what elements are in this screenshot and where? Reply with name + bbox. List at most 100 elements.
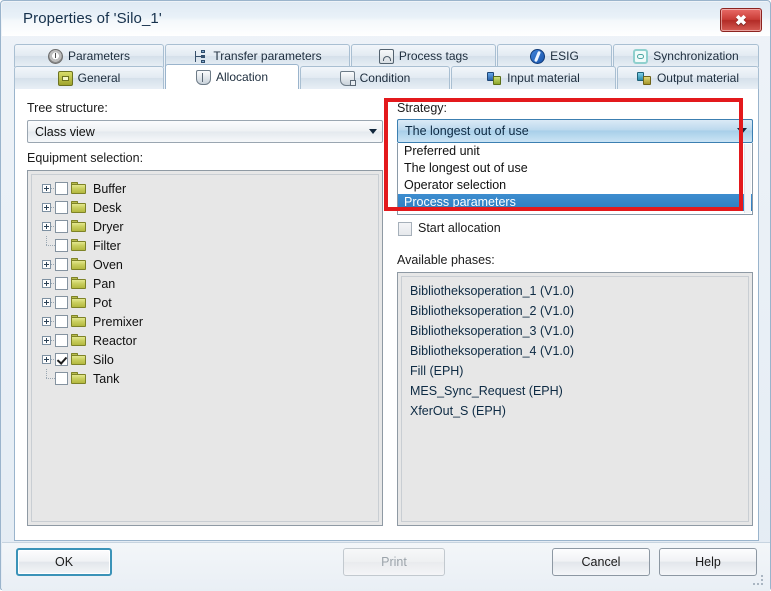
tab-row-secondary: General Allocation Condition Input mater…: [14, 64, 759, 89]
expand-icon[interactable]: [40, 179, 56, 198]
expand-icon[interactable]: [40, 350, 56, 369]
tab-strip: Parameters Transfer parameters Process t…: [14, 44, 759, 89]
tree-item-checkbox[interactable]: [55, 258, 68, 271]
expand-icon[interactable]: [40, 331, 56, 350]
tab-esig[interactable]: ESIG: [497, 44, 612, 67]
allocation-tab-panel: Tree structure: Class view Equipment sel…: [14, 89, 759, 541]
strategy-dropdown-list[interactable]: Preferred unit The longest out of use Oper…: [397, 143, 753, 215]
tree-item-reactor[interactable]: Reactor: [40, 331, 378, 350]
expand-icon[interactable]: [40, 255, 56, 274]
esig-icon: [530, 48, 546, 64]
input-material-icon: [487, 71, 502, 86]
phase-item[interactable]: Bibliotheksoperation_1 (V1.0): [402, 281, 748, 301]
tree-structure-combobox[interactable]: Class view: [27, 120, 383, 143]
tab-output-material[interactable]: Output material: [617, 66, 759, 89]
tree-item-label: Oven: [93, 257, 123, 272]
tree-item-checkbox[interactable]: [55, 353, 68, 366]
folder-icon: [71, 334, 87, 347]
phase-item[interactable]: XferOut_S (EPH): [402, 401, 748, 421]
tab-condition[interactable]: Condition: [300, 66, 450, 89]
phase-item[interactable]: Bibliotheksoperation_4 (V1.0): [402, 341, 748, 361]
tree-item-buffer[interactable]: Buffer: [40, 179, 378, 198]
folder-icon: [71, 296, 87, 309]
expand-icon[interactable]: [40, 198, 56, 217]
expand-icon[interactable]: [40, 274, 56, 293]
tab-synchronization[interactable]: Synchronization: [613, 44, 759, 67]
tree-item-filter[interactable]: Filter: [40, 236, 378, 255]
ok-button[interactable]: OK: [16, 548, 112, 576]
available-phases-label: Available phases:: [397, 253, 495, 267]
expand-icon[interactable]: [40, 293, 56, 312]
tree-item-label: Desk: [93, 200, 122, 215]
resize-grip[interactable]: [753, 575, 765, 587]
dropdown-scrollbar[interactable]: [744, 144, 751, 213]
equipment-tree[interactable]: Buffer Desk Dryer Filter Oven Pan Pot Premixer R…: [27, 170, 383, 526]
strategy-option-2[interactable]: Operator selection: [398, 177, 752, 194]
tree-item-checkbox[interactable]: [55, 239, 68, 252]
transfer-icon: [193, 49, 208, 64]
equipment-tree-rows: Buffer Desk Dryer Filter Oven Pan Pot Premixer R…: [32, 175, 378, 388]
general-icon: [57, 70, 73, 86]
tree-item-label: Dryer: [93, 219, 124, 234]
shield-icon: [195, 69, 211, 85]
tree-item-tank[interactable]: Tank: [40, 369, 378, 388]
close-icon: ✖: [735, 11, 747, 28]
tab-process-tags[interactable]: Process tags: [351, 44, 496, 67]
cancel-button[interactable]: Cancel: [552, 548, 650, 576]
tree-item-label: Silo: [93, 352, 114, 367]
tree-item-pan[interactable]: Pan: [40, 274, 378, 293]
window-title: Properties of 'Silo_1': [23, 10, 162, 27]
tree-item-dryer[interactable]: Dryer: [40, 217, 378, 236]
tab-row-primary: Parameters Transfer parameters Process t…: [14, 44, 759, 67]
tree-item-checkbox[interactable]: [55, 277, 68, 290]
chevron-down-icon: [732, 120, 752, 142]
tree-item-checkbox[interactable]: [55, 334, 68, 347]
expand-icon[interactable]: [40, 312, 56, 331]
folder-icon: [71, 258, 87, 271]
phase-item[interactable]: Fill (EPH): [402, 361, 748, 381]
tree-item-pot[interactable]: Pot: [40, 293, 378, 312]
tree-item-oven[interactable]: Oven: [40, 255, 378, 274]
tree-item-label: Tank: [93, 371, 120, 386]
folder-icon: [71, 277, 87, 290]
print-button: Print: [343, 548, 445, 576]
tab-input-material[interactable]: Input material: [451, 66, 616, 89]
strategy-option-0[interactable]: Preferred unit: [398, 143, 752, 160]
chevron-down-icon: [364, 121, 382, 142]
tree-item-checkbox[interactable]: [55, 296, 68, 309]
expand-icon[interactable]: [40, 217, 56, 236]
properties-dialog: Properties of 'Silo_1' ✖ Parameters Tran…: [0, 0, 771, 591]
tab-general[interactable]: General: [14, 66, 164, 89]
sync-icon: [633, 48, 649, 64]
tree-item-checkbox[interactable]: [55, 372, 68, 385]
tree-branch-line: [40, 369, 55, 388]
close-button[interactable]: ✖: [720, 8, 762, 32]
strategy-combobox[interactable]: The longest out of use: [397, 119, 753, 143]
title-bar: Properties of 'Silo_1' ✖: [2, 2, 770, 36]
strategy-option-3[interactable]: Process parameters: [398, 194, 752, 211]
tab-allocation[interactable]: Allocation: [165, 64, 299, 89]
tree-item-checkbox[interactable]: [55, 315, 68, 328]
tree-item-checkbox[interactable]: [55, 182, 68, 195]
available-phases-list[interactable]: Bibliotheksoperation_1 (V1.0) Bibliotheks…: [397, 272, 753, 526]
phase-item[interactable]: Bibliotheksoperation_3 (V1.0): [402, 321, 748, 341]
tree-item-premixer[interactable]: Premixer: [40, 312, 378, 331]
output-material-icon: [636, 71, 652, 86]
folder-icon: [71, 372, 87, 385]
tree-item-checkbox[interactable]: [55, 220, 68, 233]
tree-item-label: Reactor: [93, 333, 137, 348]
start-allocation-checkbox[interactable]: [398, 222, 412, 236]
strategy-option-1[interactable]: The longest out of use: [398, 160, 752, 177]
phase-item[interactable]: MES_Sync_Request (EPH): [402, 381, 748, 401]
tree-item-checkbox[interactable]: [55, 201, 68, 214]
folder-icon: [71, 201, 87, 214]
phase-item[interactable]: Bibliotheksoperation_2 (V1.0): [402, 301, 748, 321]
folder-icon: [71, 220, 87, 233]
help-button[interactable]: Help: [659, 548, 757, 576]
process-tag-icon: [378, 48, 394, 64]
tab-parameters[interactable]: Parameters: [14, 44, 164, 67]
tree-item-silo[interactable]: Silo: [40, 350, 378, 369]
tree-item-desk[interactable]: Desk: [40, 198, 378, 217]
tree-branch-line: [40, 236, 55, 255]
tree-item-label: Pan: [93, 276, 116, 291]
